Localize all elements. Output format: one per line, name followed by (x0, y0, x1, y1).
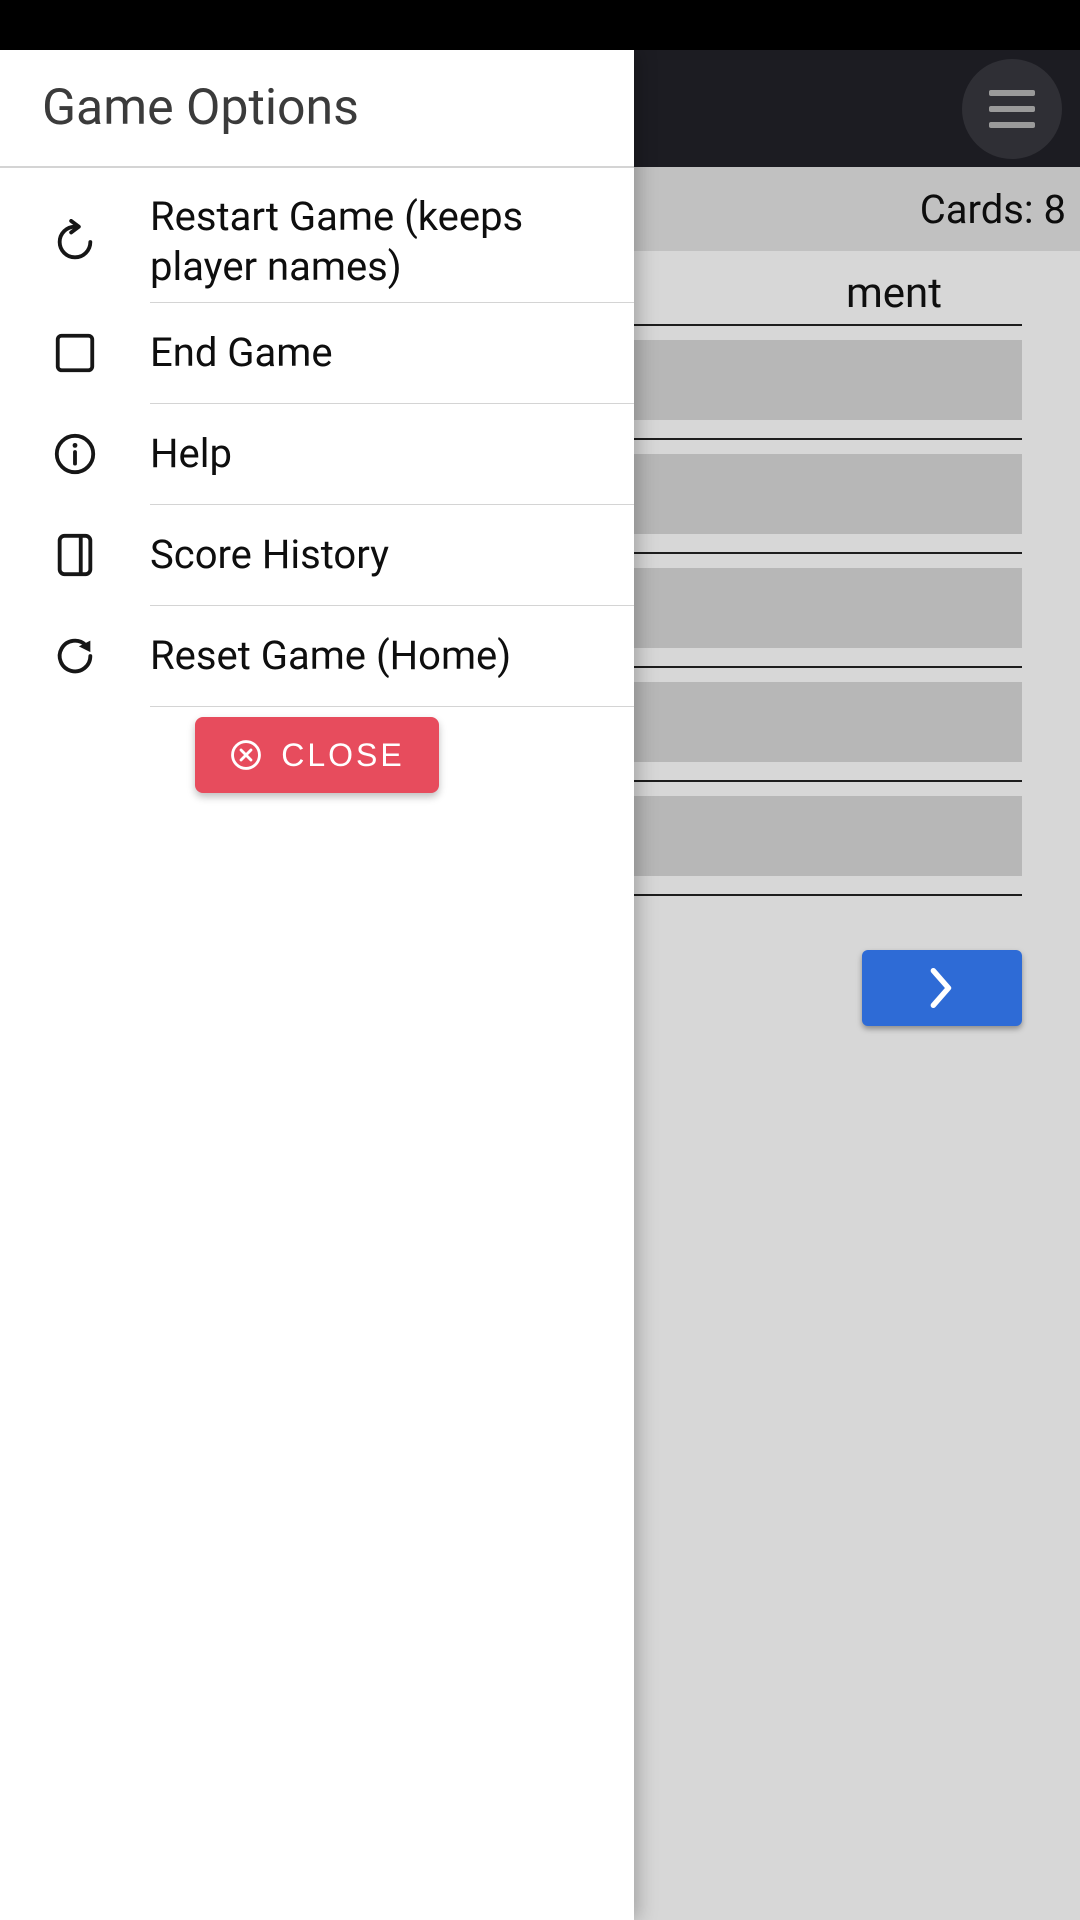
option-label: Reset Game (Home) (150, 631, 634, 681)
close-circle-icon (229, 738, 263, 772)
reset-icon (0, 633, 150, 679)
option-help[interactable]: Help (0, 404, 634, 504)
drawer-title: Game Options (42, 79, 359, 137)
drawer-header: Game Options (0, 50, 634, 168)
chevron-right-icon (929, 966, 955, 1010)
game-options-drawer: Game Options Restart Game (keeps player … (0, 50, 634, 1920)
option-reset-game[interactable]: Reset Game (Home) (0, 606, 634, 706)
option-end-game[interactable]: End Game (0, 303, 634, 403)
option-restart-game[interactable]: Restart Game (keeps player names) (0, 182, 634, 302)
option-label: Restart Game (keeps player names) (150, 192, 634, 292)
refresh-icon (0, 219, 150, 265)
option-label: Score History (150, 530, 634, 580)
cards-count-label: Cards: 8 (920, 186, 1066, 233)
history-card-icon (0, 532, 150, 578)
option-label: End Game (150, 328, 634, 378)
close-button[interactable]: CLOSE (195, 717, 438, 793)
status-bar (0, 0, 1080, 50)
info-icon (0, 431, 150, 477)
option-label: Help (150, 429, 634, 479)
next-button[interactable] (862, 950, 1022, 1026)
options-list: Restart Game (keeps player names) End Ga… (0, 168, 634, 793)
stop-icon (0, 330, 150, 376)
close-button-label: CLOSE (281, 737, 404, 774)
option-score-history[interactable]: Score History (0, 505, 634, 605)
hamburger-icon (989, 90, 1035, 96)
menu-button[interactable] (962, 59, 1062, 159)
